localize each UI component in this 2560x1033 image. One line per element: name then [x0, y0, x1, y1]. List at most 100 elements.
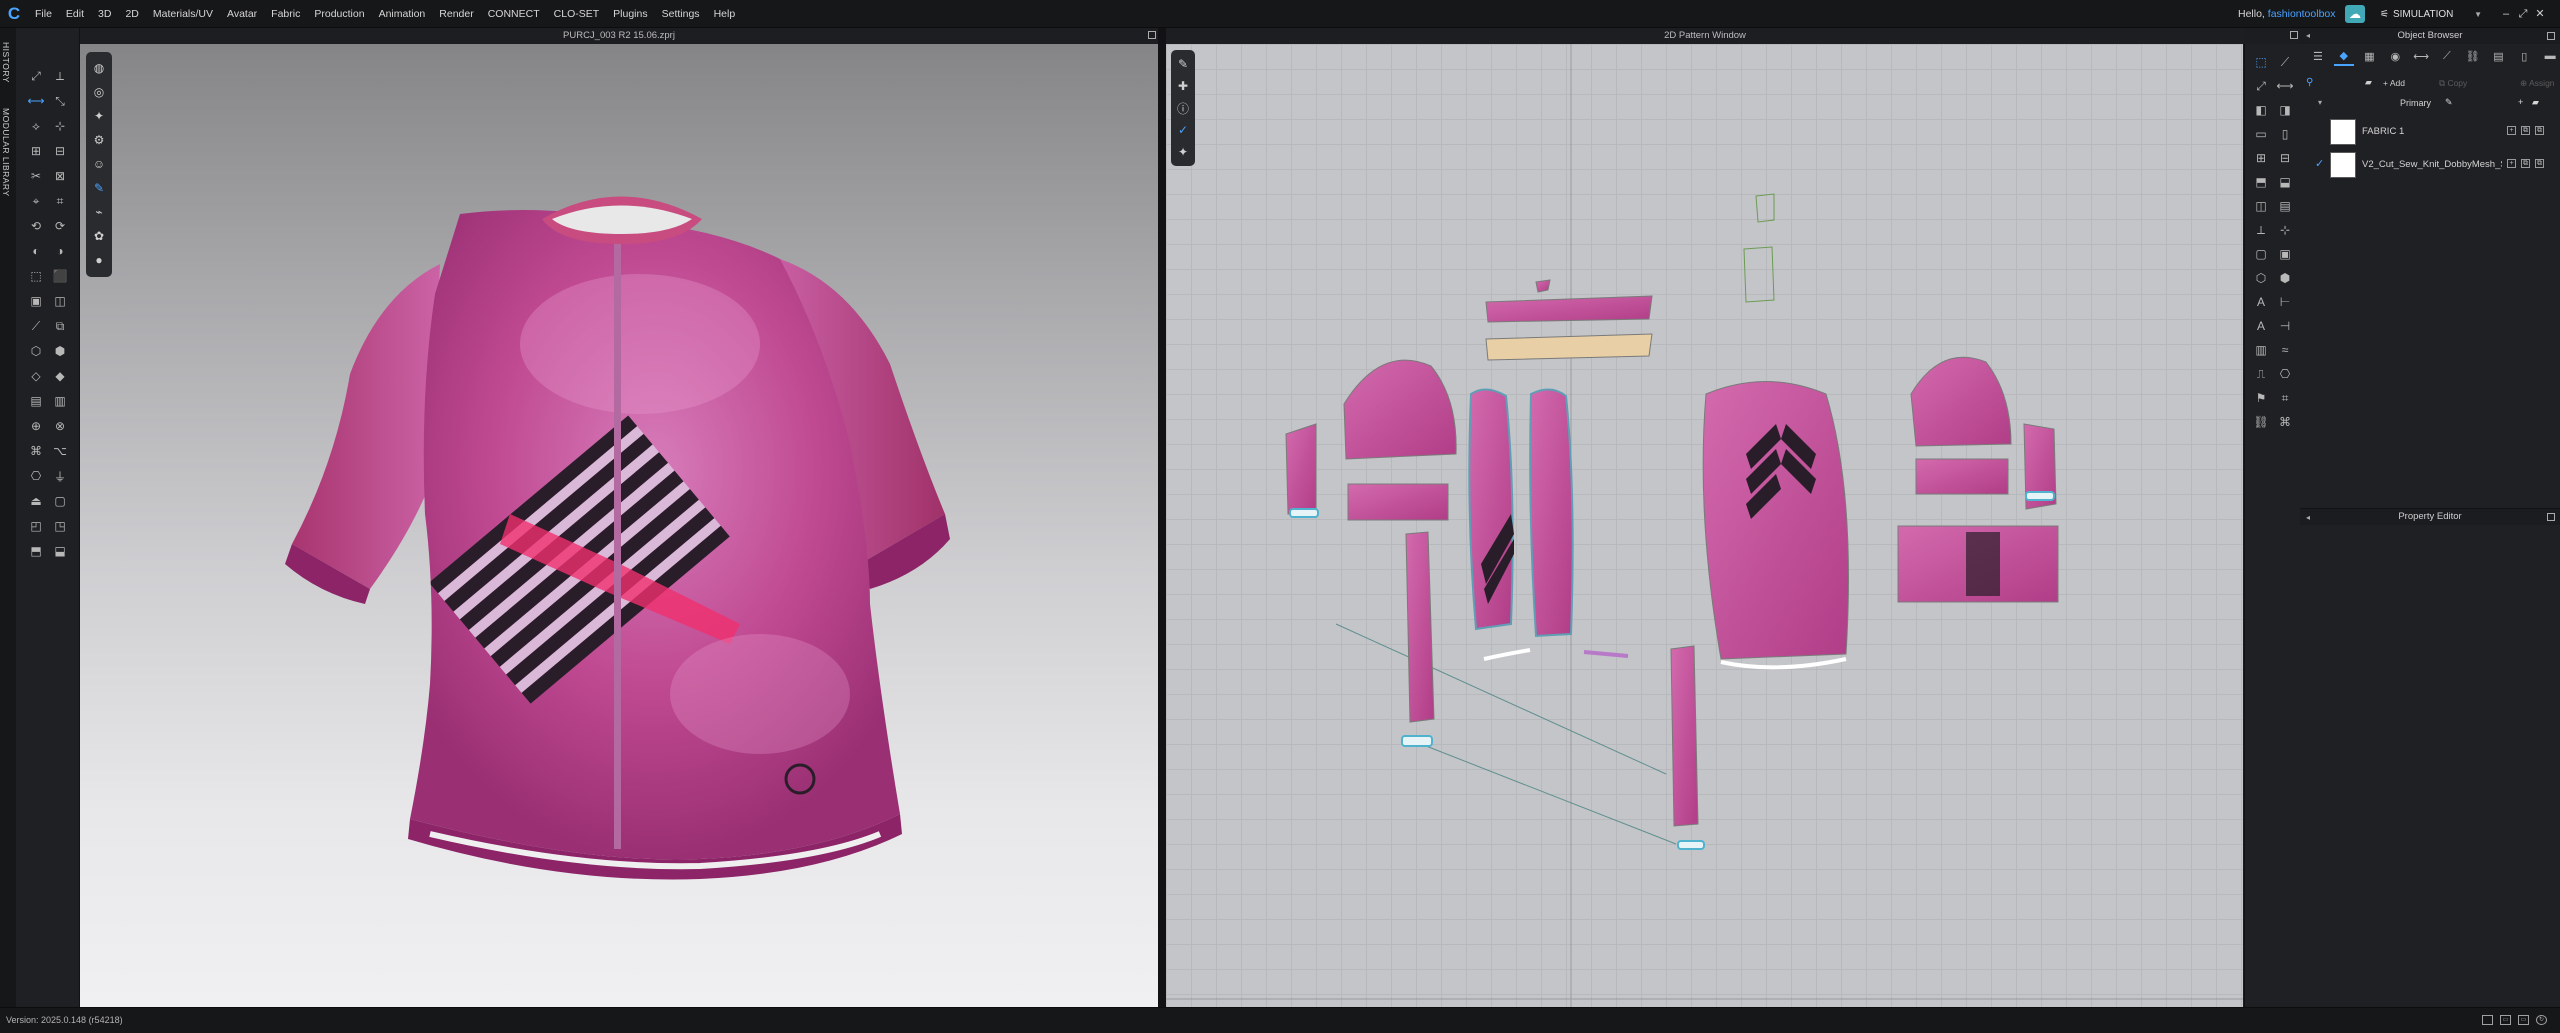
- object-browser-undock-icon[interactable]: [2547, 32, 2555, 40]
- duplicate-icon[interactable]: ⧉: [2521, 126, 2530, 135]
- tool-3d-34-icon[interactable]: ⏚: [50, 466, 70, 486]
- zipper-tab-icon[interactable]: ⟷: [2411, 46, 2431, 66]
- pattern-window-2d[interactable]: [1166, 44, 2243, 1007]
- fabric-swatch[interactable]: [2330, 152, 2356, 178]
- tool-2d-10-icon[interactable]: ⊟: [2275, 148, 2295, 168]
- fabric-row[interactable]: FABRIC 1 + ⧉ ⧉: [2300, 116, 2560, 148]
- viewport-3d[interactable]: [80, 44, 1158, 1007]
- copy-icon[interactable]: ⧉: [2535, 126, 2544, 135]
- tool-2d-11-icon[interactable]: ⬒: [2251, 172, 2271, 192]
- tool-2d-15-icon[interactable]: ⟂: [2251, 220, 2271, 240]
- menu-render[interactable]: Render: [432, 0, 480, 28]
- tool-2d-17-icon[interactable]: ▢: [2251, 244, 2271, 264]
- tool-2d-22-icon[interactable]: ⊢: [2275, 292, 2295, 312]
- tool-2d-31-icon[interactable]: ⛓: [2251, 412, 2271, 432]
- panel-pin-icon[interactable]: ◂: [2306, 32, 2314, 40]
- tab-history[interactable]: HISTORY: [1, 42, 11, 83]
- tool-3d-14-icon[interactable]: ⟳: [50, 216, 70, 236]
- minimize-button[interactable]: –: [2498, 0, 2514, 28]
- tool-3d-25-icon[interactable]: ◇: [26, 366, 46, 386]
- fabric-group-header[interactable]: ▾ Primary ✎ + ▰: [2300, 96, 2560, 112]
- tool-3d-7-icon[interactable]: ⊞: [26, 141, 46, 161]
- fabric-swatch[interactable]: [2330, 119, 2356, 145]
- viewport-3d-tool-8-icon[interactable]: ✿: [89, 226, 109, 246]
- fabric-row[interactable]: ✓ V2_Cut_Sew_Knit_DobbyMesh_SS + ⧉ ⧉: [2300, 149, 2560, 181]
- viewport-2d-tool-2-icon[interactable]: ✚: [1173, 76, 1193, 96]
- layout-icon[interactable]: [2482, 1015, 2493, 1025]
- sync-icon[interactable]: ↻: [2536, 1015, 2547, 1025]
- tool-2d-25-icon[interactable]: ▥: [2251, 340, 2271, 360]
- tool-2d-6-icon[interactable]: ◨: [2275, 100, 2295, 120]
- viewport-3d-tool-6-icon[interactable]: ✎: [89, 178, 109, 198]
- topstitch-tab-icon[interactable]: ⟋: [2437, 46, 2457, 66]
- viewport-2d-tool-4-icon[interactable]: ✓: [1173, 120, 1193, 140]
- tool-3d-23-icon[interactable]: ⬡: [26, 341, 46, 361]
- tool-3d-30-icon[interactable]: ⊗: [50, 416, 70, 436]
- mode-dropdown[interactable]: ⚟ SIMULATION ▼: [2380, 4, 2482, 24]
- add-button[interactable]: + Add: [2383, 78, 2405, 88]
- viewport-3d-tool-9-icon[interactable]: ●: [89, 250, 109, 270]
- tool-2d-19-icon[interactable]: ⬡: [2251, 268, 2271, 288]
- menu-edit[interactable]: Edit: [59, 0, 91, 28]
- clo-set-cloud-icon[interactable]: ☁: [2345, 5, 2365, 23]
- tool-3d-29-icon[interactable]: ⊕: [26, 416, 46, 436]
- tool-3d-32-icon[interactable]: ⌥: [50, 441, 70, 461]
- tool-3d-8-icon[interactable]: ⊟: [50, 141, 70, 161]
- menu-avatar[interactable]: Avatar: [220, 0, 264, 28]
- menu-help[interactable]: Help: [707, 0, 743, 28]
- tool-3d-22-icon[interactable]: ⧉: [50, 316, 70, 336]
- tool-3d-19-icon[interactable]: ▣: [26, 291, 46, 311]
- tool-3d-1-icon[interactable]: ⤢: [26, 66, 46, 86]
- tool-3d-20-icon[interactable]: ◫: [50, 291, 70, 311]
- viewport-3d-tool-4-icon[interactable]: ⚙: [89, 130, 109, 150]
- viewport-2d-tool-1-icon[interactable]: ✎: [1173, 54, 1193, 74]
- copy-button[interactable]: ⧉ Copy: [2439, 78, 2467, 89]
- viewport-3d-tool-1-icon[interactable]: ◍: [89, 58, 109, 78]
- trims-tab-icon[interactable]: ▤: [2489, 46, 2509, 66]
- maximize-button[interactable]: ⤢: [2515, 0, 2531, 28]
- button-tab-icon[interactable]: ◉: [2385, 46, 2405, 66]
- viewport-2d-tool-5-icon[interactable]: ✦: [1173, 142, 1193, 162]
- fabric-tab-icon[interactable]: ◆: [2333, 46, 2354, 66]
- chevron-down-icon[interactable]: ▾: [2318, 98, 2322, 107]
- tool-2d-14-icon[interactable]: ▤: [2275, 196, 2295, 216]
- tool-3d-36-icon[interactable]: ▢: [50, 491, 70, 511]
- tool-2d-3-icon[interactable]: ⤢: [2251, 76, 2271, 96]
- tool-2d-23-icon[interactable]: A: [2251, 316, 2271, 336]
- menu-production[interactable]: Production: [307, 0, 371, 28]
- tool-3d-26-icon[interactable]: ◆: [50, 366, 70, 386]
- tool-2d-28-icon[interactable]: ⎔: [2275, 364, 2295, 384]
- viewport-3d-tool-5-icon[interactable]: ☺: [89, 154, 109, 174]
- fullscreen-icon[interactable]: ▭: [2518, 1015, 2529, 1025]
- folder-add-icon[interactable]: ▰: [2532, 97, 2539, 108]
- tool-3d-28-icon[interactable]: ▥: [50, 391, 70, 411]
- property-editor-undock-icon[interactable]: [2547, 513, 2555, 521]
- tool-3d-38-icon[interactable]: ◳: [50, 516, 70, 536]
- tool-3d-12-icon[interactable]: ⌗: [50, 191, 70, 211]
- tool-3d-40-icon[interactable]: ⬓: [50, 541, 70, 561]
- tool-3d-16-icon[interactable]: ◑: [50, 241, 70, 261]
- tool-2d-27-icon[interactable]: ⎍: [2251, 364, 2271, 384]
- tool-2d-12-icon[interactable]: ⬓: [2275, 172, 2295, 192]
- tool-3d-4-icon[interactable]: ⤡: [50, 91, 70, 111]
- tool-3d-21-icon[interactable]: ⟋: [26, 316, 46, 336]
- tool-2d-8-icon[interactable]: ▯: [2275, 124, 2295, 144]
- tool-3d-31-icon[interactable]: ⌘: [26, 441, 46, 461]
- tool-3d-13-icon[interactable]: ⟲: [26, 216, 46, 236]
- tool-2d-30-icon[interactable]: ⌗: [2275, 388, 2295, 408]
- menu-clo-set[interactable]: CLO-SET: [547, 0, 607, 28]
- tool-3d-2-icon[interactable]: ⟂: [50, 66, 70, 86]
- tool-2d-13-icon[interactable]: ◫: [2251, 196, 2271, 216]
- tool-2d-20-icon[interactable]: ⬢: [2275, 268, 2295, 288]
- viewport-splitter[interactable]: [1158, 28, 1166, 1007]
- username-link[interactable]: fashiontoolbox: [2268, 8, 2336, 20]
- viewport-3d-undock-icon[interactable]: [1148, 31, 1156, 39]
- tool-2d-24-icon[interactable]: ⊣: [2275, 316, 2295, 336]
- tool-3d-24-icon[interactable]: ⬢: [50, 341, 70, 361]
- tool-2d-18-icon[interactable]: ▣: [2275, 244, 2295, 264]
- viewport-3d-tool-2-icon[interactable]: ◎: [89, 82, 109, 102]
- add-to-pattern-icon[interactable]: +: [2507, 126, 2516, 135]
- edit-pencil-icon[interactable]: ✎: [2445, 97, 2453, 108]
- tool-3d-10-icon[interactable]: ⊠: [50, 166, 70, 186]
- menu-settings[interactable]: Settings: [655, 0, 707, 28]
